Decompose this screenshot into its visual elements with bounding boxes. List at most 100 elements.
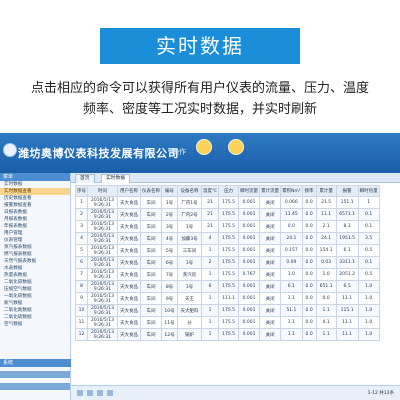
table-cell: 2016/5/13 9:26:31 bbox=[87, 232, 118, 245]
column-header[interactable]: 累积Nm³ bbox=[280, 185, 303, 197]
table-row[interactable]: 6 2016/5/13 9:26:31 天大食品 车间 6号 1号 2 175.5 0.001 关… bbox=[75, 256, 380, 269]
first-page-button[interactable] bbox=[77, 390, 83, 396]
main-panel: 首页 实时数据 序号 时间 用户名称 仪表名称 编号 设备名称 温度℃ 压力 瞬时流量 累计流量累… bbox=[71, 173, 400, 400]
header-label: 操作 bbox=[172, 148, 186, 156]
sidebar-section[interactable] bbox=[0, 383, 70, 390]
column-header[interactable]: 压力 bbox=[218, 185, 240, 197]
column-header[interactable]: 时间 bbox=[87, 185, 118, 197]
sidebar-section[interactable] bbox=[0, 371, 70, 378]
table-cell: 1号 bbox=[177, 280, 202, 293]
table-cell: 天大食品 bbox=[117, 268, 141, 281]
table-row[interactable]: 7 2016/5/13 9:26:31 天大食品 车间 7号 蒸汽房 1 175.5 0.767… bbox=[75, 268, 380, 281]
table-cell: 1 bbox=[200, 268, 220, 281]
table-cell: 0.0 bbox=[301, 304, 317, 317]
sidebar-item[interactable]: 二氧化氮数据 bbox=[0, 307, 70, 314]
table-cell: 0.0 bbox=[301, 208, 317, 221]
sidebar-item[interactable]: 二氧化碳数据 bbox=[0, 279, 70, 286]
table-cell: 1 bbox=[200, 304, 220, 317]
table-cell: 2016/5/13 9:26:31 bbox=[87, 280, 118, 293]
sidebar-item[interactable]: 二氧化硫数据 bbox=[0, 314, 70, 321]
table-cell: 21 bbox=[200, 208, 220, 221]
table-row[interactable]: 8 2016/5/13 9:26:31 天大食品 车间 8号 1号 6 175.5 0.001 关… bbox=[75, 280, 380, 293]
table-cell: 8 bbox=[75, 280, 88, 293]
next-page-button[interactable] bbox=[97, 390, 103, 396]
column-header[interactable]: 设备名称 bbox=[177, 185, 202, 197]
table-cell: 0.5 bbox=[357, 268, 380, 281]
column-header[interactable]: 温度℃ bbox=[200, 185, 220, 197]
prev-page-button[interactable] bbox=[87, 390, 93, 396]
table-cell: 12号 bbox=[161, 328, 178, 341]
table-row[interactable]: 5 2016/5/13 9:26:31 天大食品 车间 5号 三车间 1 175.5 0.001… bbox=[75, 244, 380, 257]
sidebar-item[interactable]: 报警数据查看 bbox=[0, 202, 70, 209]
table-cell: 0.0 bbox=[280, 220, 303, 233]
table-cell: 2 bbox=[200, 256, 220, 269]
sidebar-item[interactable]: 水表数据 bbox=[0, 265, 70, 272]
table-cell: 24.1 bbox=[315, 232, 337, 245]
table-cell: 4.1 bbox=[315, 316, 337, 329]
table-row[interactable]: 3 2016/5/13 9:26:31 天大食品 车间 3号 1号 21 175.5 0.001… bbox=[75, 220, 380, 233]
sidebar-item[interactable]: 天然气报表数据 bbox=[0, 258, 70, 265]
sidebar-item[interactable]: 实时数据 bbox=[0, 181, 70, 188]
table-cell: 厂内2号 bbox=[177, 208, 202, 221]
table-row[interactable]: 9 2016/5/13 9:26:31 天大食品 车间 9号 天王 1 111.1 0.001 关… bbox=[75, 292, 380, 305]
table-row[interactable]: 4 2016/5/13 9:26:31 天大食品 车间 4号 加藤3号 4 175.5 0.00… bbox=[75, 232, 380, 245]
sidebar-item[interactable]: 蒸汽报表数据 bbox=[0, 244, 70, 251]
table-cell: 1.1 bbox=[315, 304, 337, 317]
tab-realtime[interactable]: 实时数据 bbox=[101, 174, 131, 183]
table-cell: 1.1 bbox=[280, 328, 303, 341]
table-row[interactable]: 1 2016/5/13 9:26:31 天大食品 车间 1号 厂内1号 21 175.5 0.0… bbox=[75, 196, 380, 209]
column-header[interactable]: 频率 bbox=[301, 185, 317, 197]
column-header[interactable]: 编号 bbox=[161, 185, 178, 197]
table-cell: 0.0 bbox=[301, 268, 317, 281]
table-cell: 6571.1 bbox=[335, 208, 359, 221]
table-cell: 天大食品 bbox=[117, 196, 141, 209]
sidebar-item[interactable]: 一氧化碳数据 bbox=[0, 293, 70, 300]
column-header[interactable]: 累计量 bbox=[315, 185, 337, 197]
column-header[interactable]: 用户名称 bbox=[117, 185, 141, 197]
table-cell: 175.5 bbox=[218, 268, 240, 281]
sidebar-footer[interactable]: 系统 bbox=[0, 359, 73, 367]
column-header[interactable]: 仪表名称 bbox=[140, 185, 162, 197]
sidebar-item[interactable]: 热量表数据 bbox=[0, 272, 70, 279]
column-header[interactable]: 累计流量 bbox=[259, 185, 282, 197]
table-cell: 1.0 bbox=[280, 268, 303, 281]
table-row[interactable]: 2 2016/5/13 9:26:31 天大食品 车间 2号 厂内2号 21 175.5 0.0… bbox=[75, 208, 380, 221]
sidebar-item[interactable]: 日报表数据 bbox=[0, 209, 70, 216]
table-cell: 关闭 bbox=[259, 196, 282, 209]
sidebar-item[interactable]: 仪表管理 bbox=[0, 237, 70, 244]
sidebar-item[interactable]: 燃气报表数据 bbox=[0, 251, 70, 258]
column-header[interactable]: 报警 bbox=[335, 185, 359, 197]
table-cell: 0.001 bbox=[238, 316, 261, 329]
sidebar-item[interactable]: 历史数据查看 bbox=[0, 195, 70, 202]
table-row[interactable]: 10 2016/5/13 9:26:31 天大食品 车间 10号 天大肥料 1 175.5 0.… bbox=[75, 304, 380, 317]
user-icon[interactable] bbox=[196, 139, 212, 155]
table-cell: 11号 bbox=[161, 316, 178, 329]
sidebar-item[interactable]: 空气数据 bbox=[0, 321, 70, 328]
table-cell: 1号 bbox=[161, 196, 178, 209]
table-cell: 关闭 bbox=[259, 220, 282, 233]
tab-home[interactable]: 首页 bbox=[75, 174, 95, 183]
sidebar-item[interactable]: 实时数据查看 bbox=[0, 188, 70, 195]
table-cell: 车间 bbox=[140, 232, 162, 245]
status-icon[interactable] bbox=[228, 139, 244, 155]
sidebar-item[interactable]: 氮气数据 bbox=[0, 300, 70, 307]
table-cell: 天王 bbox=[177, 292, 202, 305]
table-cell: 12 bbox=[75, 328, 88, 341]
table-row[interactable]: 11 2016/5/13 9:26:31 天大食品 车间 11号分 1 175.5 0.001… bbox=[75, 316, 380, 329]
sidebar-item[interactable]: 年报表数据 bbox=[0, 223, 70, 230]
table-cell: 0.1 bbox=[357, 256, 380, 269]
table-cell: 天大食品 bbox=[117, 232, 141, 245]
table-row[interactable]: 12 2016/5/13 9:26:31 天大食品 车间 12号 锅炉 1 175.5 0.00… bbox=[75, 328, 380, 341]
table-cell: 0.001 bbox=[238, 196, 261, 209]
table-cell: 0.0 bbox=[301, 196, 317, 209]
column-header[interactable]: 瞬时流量 bbox=[238, 185, 261, 197]
sidebar-item[interactable]: 压缩空气数据 bbox=[0, 286, 70, 293]
last-page-button[interactable] bbox=[107, 390, 113, 396]
sidebar-item[interactable]: 用户管理 bbox=[0, 230, 70, 237]
column-header[interactable]: 瞬时热量 bbox=[357, 185, 380, 197]
column-header[interactable]: 序号 bbox=[75, 185, 88, 197]
table-cell: 1.1 bbox=[315, 328, 337, 341]
table-cell: 9号 bbox=[161, 292, 178, 305]
sidebar-item[interactable]: 月报表数据 bbox=[0, 216, 70, 223]
table-cell: 175.5 bbox=[218, 220, 240, 233]
